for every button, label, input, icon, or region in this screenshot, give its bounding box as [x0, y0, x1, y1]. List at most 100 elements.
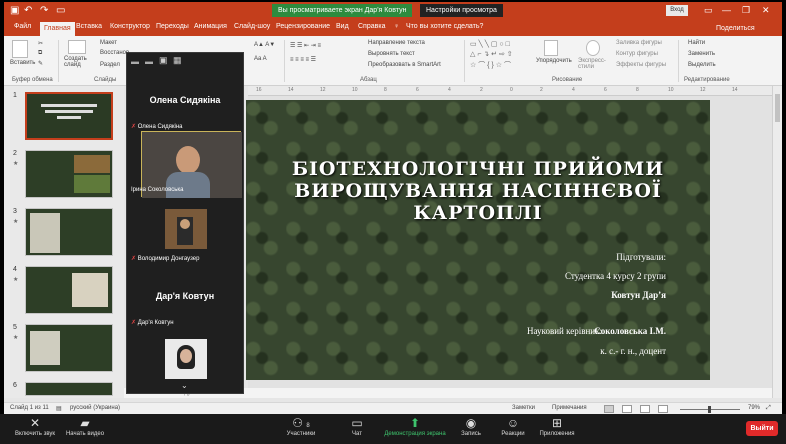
slide-thumbnail-6[interactable] [25, 382, 113, 396]
font-color-icon[interactable]: Aa A [254, 56, 267, 62]
language-indicator[interactable]: русский (Украина) [70, 405, 120, 411]
tab-file[interactable]: Файл [14, 23, 31, 30]
align-text-button[interactable]: Выровнять текст [368, 51, 415, 57]
arrange-button[interactable]: Упорядочить [536, 58, 572, 64]
ribbon-options-icon[interactable]: ▭ [704, 5, 713, 16]
fit-slide-icon[interactable]: ⤢ [766, 405, 771, 412]
group-paragraph: Абзац [360, 77, 377, 83]
start-video-button[interactable]: ▰ Начать видео [50, 416, 120, 437]
new-slide-button[interactable]: Создать слайд [64, 56, 92, 68]
divider [284, 40, 285, 82]
slide-number: 1 [13, 92, 17, 99]
layout-button[interactable]: Макет [100, 40, 117, 46]
apps-button[interactable]: ⊞ Приложения [522, 416, 592, 437]
paste-icon[interactable] [12, 40, 28, 58]
shapes-gallery-icon[interactable]: ▭ ╲ ╲ ▢ ○ □ [470, 40, 510, 48]
supervisor-name: Соколовська І.М. [594, 326, 666, 336]
find-button[interactable]: Найти [688, 40, 705, 46]
text-direction-button[interactable]: Направление текста [368, 40, 425, 46]
format-painter-icon[interactable]: ✎ [38, 60, 43, 67]
participant-tile-name: Дар'я Ковтун [155, 291, 215, 301]
quick-styles-icon[interactable] [586, 40, 600, 56]
slide-title[interactable]: БІОТЕХНОЛОГІЧНІ ПРИЙОМИ ВИРОЩУВАННЯ НАСІ… [246, 158, 710, 224]
current-slide[interactable]: БІОТЕХНОЛОГІЧНІ ПРИЙОМИ ВИРОЩУВАННЯ НАСІ… [246, 100, 710, 380]
login-button[interactable]: Вход [666, 5, 688, 16]
select-button[interactable]: Выделить [688, 62, 716, 68]
slide-thumbnail-5[interactable] [25, 324, 113, 372]
slide-thumbnail-3[interactable] [25, 208, 113, 256]
tab-transitions[interactable]: Переходы [156, 23, 189, 30]
copy-icon[interactable]: ⧉ [38, 50, 42, 57]
minimize-icon[interactable]: — [722, 5, 731, 15]
undo-icon[interactable]: ↶ [24, 5, 32, 16]
tab-animations[interactable]: Анимация [194, 23, 227, 30]
student-name-text: Ковтун Дар’я [611, 290, 666, 300]
tell-me-search[interactable]: Что вы хотите сделать? [406, 23, 483, 30]
arrange-icon[interactable] [544, 40, 558, 56]
shapes-gallery-icon-row2[interactable]: △ ⌐ ↴ ↵ ⇨ ⇧ [470, 50, 513, 58]
share-button[interactable]: Поделиться [716, 25, 755, 32]
transition-star-icon: ★ [13, 161, 19, 167]
zoom-slider-handle[interactable] [708, 406, 711, 413]
tab-help[interactable]: Справка [358, 23, 385, 30]
close-icon[interactable]: ✕ [762, 5, 770, 16]
participant-video[interactable] [165, 339, 207, 379]
save-icon[interactable]: ▣ [10, 5, 19, 16]
new-slide-icon[interactable] [68, 40, 86, 54]
transition-star-icon: ★ [13, 335, 19, 341]
shape-outline-button[interactable]: Контур фигуры [616, 51, 658, 57]
panel-collapse-icon[interactable]: ▬ [131, 57, 139, 66]
redo-icon[interactable]: ↷ [40, 5, 48, 16]
zoom-level[interactable]: 79% [748, 405, 760, 411]
notes-toggle[interactable]: Заметки [512, 405, 535, 411]
paste-button[interactable]: Вставить [10, 60, 35, 66]
participant-label: ✗ Дар'я Ковтун [131, 320, 174, 326]
slide-thumbnail-1[interactable] [25, 92, 113, 140]
shapes-gallery-icon-row3[interactable]: ☆ ⌒ { } ☆ ⌒ [470, 60, 511, 70]
spellcheck-icon[interactable]: ▤ [56, 405, 62, 412]
smartart-button[interactable]: Преобразовать в SmartArt [368, 62, 441, 68]
screen: ▣ ↶ ↷ ▭ Вы просматриваете экран Дар'я Ко… [0, 0, 786, 444]
tab-review[interactable]: Рецензирование [276, 23, 330, 30]
tab-slideshow[interactable]: Слайд-шоу [234, 23, 270, 30]
slide-number: 3 [13, 208, 17, 215]
group-slides: Слайды [94, 77, 117, 83]
reset-button[interactable]: Восстанов [100, 50, 129, 56]
scroll-down-icon[interactable]: ⌄ [181, 381, 188, 390]
align-icons[interactable]: ≡ ≡ ≡ ≡ ☰ [290, 56, 316, 63]
panel-minimize-icon[interactable]: ▬ [145, 57, 153, 66]
replace-button[interactable]: Заменить [688, 51, 715, 57]
tab-insert[interactable]: Вставка [76, 23, 102, 30]
slideshow-view-button[interactable] [658, 405, 668, 413]
section-button[interactable]: Раздел [100, 62, 120, 68]
slide-thumbnail-4[interactable] [25, 266, 113, 314]
slide-thumbnail-2[interactable] [25, 150, 113, 198]
zoom-video-panel: ▬ ▬ ▣ ▦ Олена Сидякіна ✗ Олена Сидякіна … [126, 52, 244, 394]
slideshow-icon[interactable]: ▭ [56, 5, 65, 16]
leave-meeting-button[interactable]: Выйти [746, 421, 778, 436]
prepared-by-text: Підготували: [616, 252, 666, 262]
restore-icon[interactable]: ❐ [742, 5, 750, 16]
group-clipboard: Буфер обмена [12, 77, 53, 83]
participant-video[interactable] [165, 209, 207, 249]
shape-fill-button[interactable]: Заливка фигуры [616, 40, 662, 46]
tab-view[interactable]: Вид [336, 23, 349, 30]
vertical-scrollbar[interactable] [772, 86, 782, 398]
shape-effects-button[interactable]: Эффекты фигуры [616, 62, 666, 68]
video-panel-header: ▬ ▬ ▣ ▦ [127, 53, 243, 71]
cut-icon[interactable]: ✂ [38, 40, 43, 47]
gallery-view-icon[interactable]: ▦ [173, 55, 182, 66]
view-settings-button[interactable]: Настройки просмотра [420, 4, 503, 17]
slide-sorter-button[interactable] [622, 405, 632, 413]
quick-styles-button[interactable]: Экспресс-стили [578, 58, 614, 70]
font-size-arrows-icon[interactable]: A▲ A▼ [254, 42, 275, 48]
group-drawing: Рисование [552, 77, 583, 83]
tab-home[interactable]: Главная [40, 22, 75, 36]
speaker-view-icon[interactable]: ▣ [159, 55, 168, 66]
tab-design[interactable]: Конструктор [110, 23, 150, 30]
comments-toggle[interactable]: Примечания [552, 405, 587, 411]
reading-view-button[interactable] [640, 405, 650, 413]
normal-view-button[interactable] [604, 405, 614, 413]
bullets-icon[interactable]: ☰ ☰ ⇤ ⇥ ≡ [290, 42, 321, 49]
scroll-thumb[interactable] [775, 94, 780, 122]
